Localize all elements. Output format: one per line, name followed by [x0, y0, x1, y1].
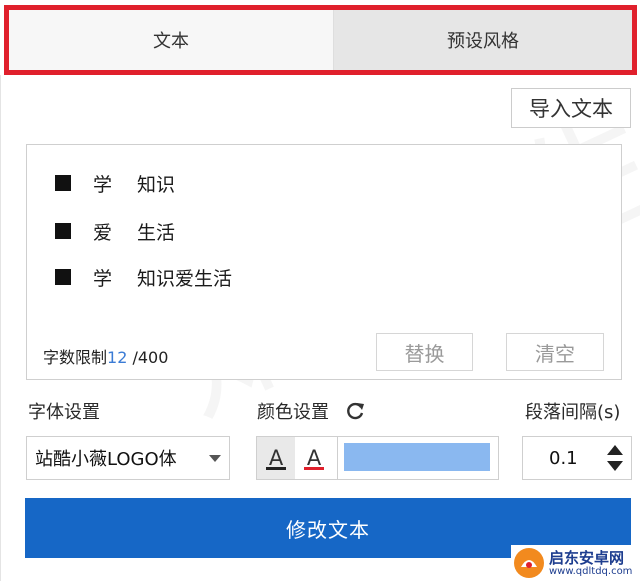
site-name: 启东安卓网: [549, 549, 625, 567]
paragraph-spacing-label: 段落间隔(s): [525, 402, 621, 423]
replace-button[interactable]: 替换: [376, 333, 473, 371]
site-logo-icon: [514, 548, 544, 578]
text-color-button[interactable]: A: [257, 437, 295, 479]
text-line-word: 生活: [137, 221, 176, 244]
tab-text[interactable]: 文本: [9, 10, 334, 70]
site-watermark: 启东安卓网 www.qdltdq.com: [511, 545, 640, 581]
char-max: /400: [127, 348, 169, 367]
text-line-word: 学: [93, 267, 113, 290]
spin-up-icon[interactable]: [607, 445, 623, 455]
text-line-word: 学: [93, 173, 113, 196]
text-line: 爱 生活: [55, 219, 176, 244]
char-limit-label: 字数限制: [43, 348, 108, 367]
tab-preset-style[interactable]: 预设风格: [334, 10, 632, 70]
paragraph-spacing-value: 0.1: [549, 447, 578, 469]
char-limit: 字数限制12 /400: [43, 344, 168, 368]
text-color-underline: [266, 467, 286, 470]
spin-down-icon[interactable]: [607, 461, 623, 471]
text-line-word: 爱: [93, 221, 113, 244]
stroke-color-button[interactable]: A: [295, 437, 333, 479]
char-count: 12: [107, 348, 128, 367]
color-picker-group: A A: [256, 436, 499, 480]
bullet-icon: [55, 269, 71, 285]
stroke-color-underline: [304, 467, 324, 470]
bullet-icon: [55, 175, 71, 191]
text-line-word: 知识爱生活: [137, 267, 233, 290]
font-select[interactable]: 站酷小薇LOGO体: [26, 436, 230, 480]
font-select-fade: [177, 437, 207, 479]
site-url: www.qdltdq.com: [549, 566, 633, 577]
text-editor[interactable]: 学 知识 爱 生活 学 知识爱生活 字数限制12 /400 替换 清空: [26, 144, 622, 380]
chevron-down-icon: [209, 455, 221, 462]
text-line: 学 知识爱生活: [55, 265, 233, 290]
panel-left-border: [0, 75, 1, 581]
bullet-icon: [55, 223, 71, 239]
font-select-value: 站酷小薇LOGO体: [35, 449, 177, 470]
import-text-button[interactable]: 导入文本: [511, 88, 631, 128]
font-setting-label: 字体设置: [28, 402, 100, 423]
text-line: 学 知识: [55, 171, 176, 196]
color-setting-label: 颜色设置: [257, 402, 329, 423]
tab-bar: 文本 预设风格: [4, 5, 637, 75]
color-swatch-field[interactable]: [337, 437, 499, 479]
clear-button[interactable]: 清空: [506, 333, 604, 371]
refresh-icon[interactable]: [344, 400, 366, 422]
paragraph-spacing-input[interactable]: 0.1: [522, 436, 632, 480]
color-swatch[interactable]: [344, 443, 490, 471]
text-line-word: 知识: [137, 173, 176, 196]
